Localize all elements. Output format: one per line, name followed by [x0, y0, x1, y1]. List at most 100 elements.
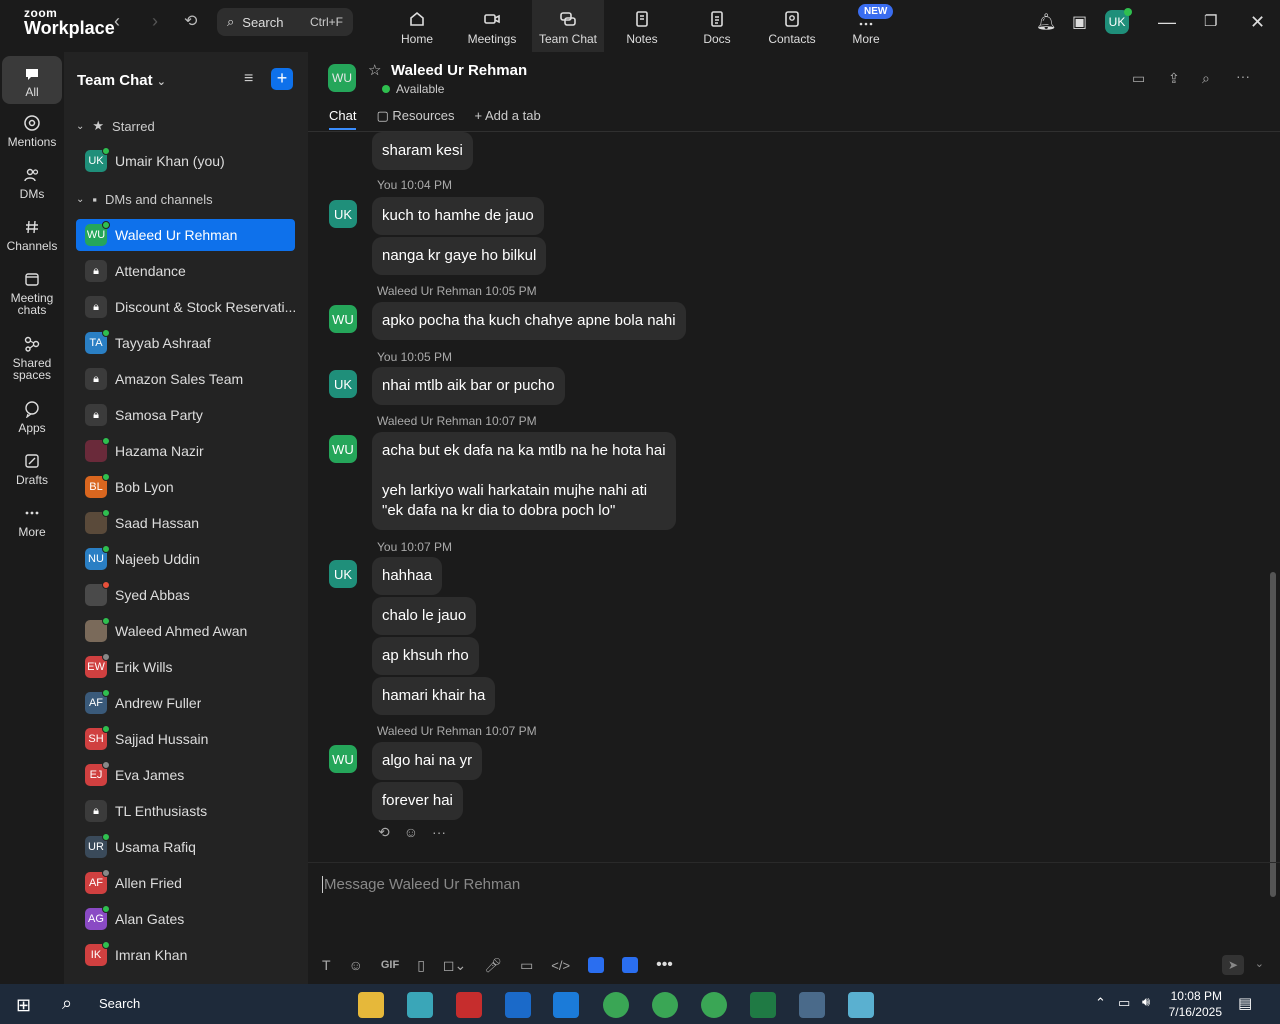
rail-more[interactable]: More [2, 504, 62, 538]
sidebar-item[interactable]: EJ Eva James [76, 759, 295, 791]
rail-shared-spaces[interactable]: Shared spaces [2, 335, 62, 381]
message-bubble[interactable]: nhai mtlb aik bar or pucho [372, 367, 565, 405]
back-icon[interactable]: ‹ [114, 11, 120, 32]
sidebar-item-starred[interactable]: UK Umair Khan (you) [76, 145, 295, 177]
message-bubble[interactable]: hahhaa [372, 557, 443, 595]
chrome-icon[interactable] [603, 992, 629, 1018]
sidebar-item[interactable]: IK Imran Khan [76, 939, 295, 971]
tab-chat[interactable]: Chat [329, 108, 357, 130]
rail-channels[interactable]: Channels [2, 218, 62, 252]
sidebar-title[interactable]: Team Chat ⌄ [77, 72, 166, 89]
minimize-icon[interactable]: — [1158, 12, 1176, 33]
message-bubble[interactable]: nanga kr gaye ho bilkul [372, 237, 547, 275]
more-dots-icon[interactable]: ··· [432, 824, 446, 841]
calculator-icon[interactable] [799, 992, 825, 1018]
tab-add[interactable]: + Add a tab [475, 108, 541, 130]
rail-drafts[interactable]: Drafts [2, 452, 62, 486]
bell-icon[interactable]: 🔔︎ [1036, 12, 1056, 32]
more-dots-icon[interactable]: ••• [656, 956, 673, 974]
tab-meetings[interactable]: Meetings [456, 0, 528, 52]
sidebar-item[interactable]: AG Alan Gates [76, 903, 295, 935]
sidebar-item[interactable]: TA Tayyab Ashraaf [76, 327, 295, 359]
forward-icon[interactable]: › [152, 11, 158, 32]
sidebar-item[interactable]: Waleed Ahmed Awan [76, 615, 295, 647]
star-outline-icon[interactable]: ☆ [368, 61, 381, 79]
starred-section[interactable]: ⌄ ★ Starred [76, 118, 155, 134]
rail-meeting-chats[interactable]: Meeting chats [2, 270, 62, 316]
message-bubble[interactable]: chalo le jauo [372, 597, 477, 635]
screenshot-icon[interactable]: ◻⌄ [443, 957, 466, 974]
microphone-icon[interactable]: 🎤︎ [484, 957, 502, 974]
video-call-icon[interactable]: ▭ [1132, 70, 1145, 87]
sidebar-item[interactable]: BL Bob Lyon [76, 471, 295, 503]
rail-dms[interactable]: DMs [2, 166, 62, 200]
calendar-icon[interactable]: ▣ [1072, 12, 1087, 32]
message-bubble[interactable]: forever hai [372, 782, 463, 820]
excel-icon[interactable] [750, 992, 776, 1018]
tray-chevron-icon[interactable]: ⌃ [1095, 995, 1106, 1011]
tab-docs[interactable]: Docs [681, 0, 753, 52]
sidebar-item[interactable]: AF Allen Fried [76, 867, 295, 899]
sidebar-item[interactable]: AF Andrew Fuller [76, 687, 295, 719]
message-input[interactable]: Message Waleed Ur Rehman [322, 876, 520, 893]
message-bubble[interactable]: acha but ek dafa na ka mtlb na he hota h… [372, 432, 676, 530]
close-icon[interactable]: ✕ [1250, 12, 1265, 33]
file-explorer-icon[interactable] [358, 992, 384, 1018]
rail-all[interactable]: All [2, 56, 62, 104]
more-options-icon[interactable]: ··· [1236, 68, 1250, 84]
network-icon[interactable]: ▭ [1118, 995, 1130, 1011]
gif-button[interactable]: GIF [381, 959, 399, 971]
chat-title[interactable]: Waleed Ur Rehman [391, 62, 527, 79]
zoom-icon[interactable] [553, 992, 579, 1018]
clock[interactable]: 10:08 PM 7/16/2025 [1169, 988, 1222, 1020]
message-avatar[interactable]: UK [329, 370, 357, 398]
message-avatar[interactable]: WU [329, 745, 357, 773]
tab-resources[interactable]: ▢ Resources [376, 108, 454, 130]
filter-icon[interactable]: ≡ [244, 70, 253, 88]
rail-apps[interactable]: Apps [2, 400, 62, 434]
message-bubble[interactable]: apko pocha tha kuch chahye apne bola nah… [372, 302, 686, 340]
scrollbar[interactable] [1270, 572, 1276, 897]
code-icon[interactable]: </> [551, 958, 570, 973]
sidebar-item[interactable]: 🔒︎ Samosa Party [76, 399, 295, 431]
app-icon[interactable] [407, 992, 433, 1018]
search-button[interactable]: ⌕ Search Ctrl+F [217, 8, 353, 36]
notifications-icon[interactable]: ▤ [1238, 994, 1252, 1012]
taskbar-search[interactable]: Search [99, 996, 140, 1011]
sidebar-item[interactable]: WU Waleed Ur Rehman [76, 219, 295, 251]
restore-icon[interactable]: ❐ [1204, 12, 1217, 30]
format-text-icon[interactable]: T [322, 957, 331, 973]
file-icon[interactable]: ▯ [417, 957, 425, 974]
message-avatar[interactable]: WU [329, 435, 357, 463]
dms-section[interactable]: ⌄ ▪ DMs and channels [76, 192, 213, 207]
tab-contacts[interactable]: Contacts [756, 0, 828, 52]
sidebar-item[interactable]: Hazama Nazir [76, 435, 295, 467]
windows-start-icon[interactable]: ⊞ [16, 995, 31, 1016]
app-icon[interactable] [848, 992, 874, 1018]
filezilla-icon[interactable] [456, 992, 482, 1018]
send-icon[interactable]: ➤ [1222, 955, 1244, 975]
sidebar-item[interactable]: NU Najeeb Uddin [76, 543, 295, 575]
new-chat-button[interactable]: + [271, 68, 293, 90]
chrome-icon[interactable] [652, 992, 678, 1018]
volume-icon[interactable]: 🔊︎ [1142, 994, 1150, 1010]
video-message-icon[interactable]: ▭ [520, 957, 533, 974]
sidebar-item[interactable]: 🔒︎ Amazon Sales Team [76, 363, 295, 395]
sidebar-item[interactable]: EW Erik Wills [76, 651, 295, 683]
reply-icon[interactable]: ⟲ [378, 824, 390, 841]
sidebar-item[interactable]: Saad Hassan [76, 507, 295, 539]
sidebar-item[interactable]: Syed Abbas [76, 579, 295, 611]
message-bubble[interactable]: algo hai na yr [372, 742, 483, 780]
sidebar-item[interactable]: 🔒︎ TL Enthusiasts [76, 795, 295, 827]
app-icon[interactable] [622, 957, 639, 973]
outlook-icon[interactable] [505, 992, 531, 1018]
history-icon[interactable]: ⟲ [184, 11, 197, 31]
sidebar-item[interactable]: 🔒︎ Attendance [76, 255, 295, 287]
message-avatar[interactable]: WU [329, 305, 357, 333]
emoji-icon[interactable]: ☺ [349, 957, 363, 973]
app-icon[interactable] [588, 957, 605, 973]
rail-mentions[interactable]: Mentions [2, 114, 62, 148]
message-avatar[interactable]: UK [329, 560, 357, 588]
sidebar-item[interactable]: SH Sajjad Hussain [76, 723, 295, 755]
reaction-icon[interactable]: ☺ [404, 824, 418, 841]
